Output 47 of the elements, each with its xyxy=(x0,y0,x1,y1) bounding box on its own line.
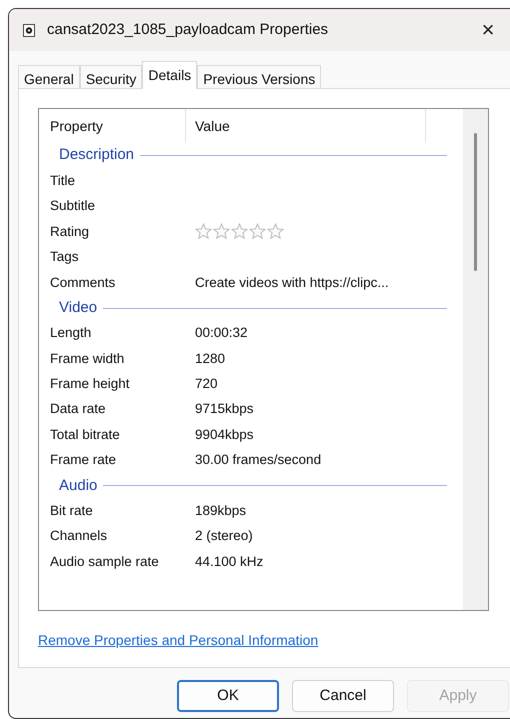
star-icon[interactable] xyxy=(249,223,266,240)
property-value: 189kbps xyxy=(195,502,246,520)
property-value: 9715kbps xyxy=(195,400,254,418)
property-name: Total bitrate xyxy=(49,426,121,444)
section-heading: Audio xyxy=(59,476,98,496)
property-name: Title xyxy=(49,172,76,190)
property-name: Bit rate xyxy=(49,502,94,520)
column-header[interactable]: Property xyxy=(39,109,186,143)
tab[interactable]: General xyxy=(18,65,80,90)
property-name: Length xyxy=(49,324,92,342)
window-title: cansat2023_1085_payloadcam Properties xyxy=(47,20,328,40)
star-icon[interactable] xyxy=(267,223,284,240)
rating-stars[interactable] xyxy=(195,223,285,240)
property-name: Frame width xyxy=(49,350,126,368)
property-value: 720 xyxy=(195,375,218,394)
video-file-icon xyxy=(23,24,35,36)
column-header[interactable]: Value xyxy=(186,109,426,143)
star-icon[interactable] xyxy=(195,223,212,240)
property-name: Comments xyxy=(49,274,116,292)
section-heading: Description xyxy=(59,145,134,166)
section-heading: Video xyxy=(59,298,98,318)
property-name: Frame height xyxy=(49,375,131,394)
remove-properties-link[interactable]: Remove Properties and Personal Information xyxy=(38,630,318,651)
tab[interactable]: Security xyxy=(80,65,142,90)
tab[interactable]: Details xyxy=(142,61,198,89)
star-icon[interactable] xyxy=(213,223,230,240)
property-name: Frame rate xyxy=(49,451,118,470)
close-button[interactable]: × xyxy=(466,9,510,51)
dialog-button[interactable]: Cancel xyxy=(292,680,394,712)
scrollbar-thumb[interactable] xyxy=(474,133,477,271)
property-value: 30.00 frames/second xyxy=(195,451,322,470)
property-name: Subtitle xyxy=(49,197,96,216)
property-value: 2 (stereo) xyxy=(195,527,253,546)
property-value: 1280 xyxy=(195,350,226,368)
property-name: Tags xyxy=(49,248,80,266)
star-icon[interactable] xyxy=(231,223,248,240)
scrollbar[interactable] xyxy=(463,109,488,610)
property-value: 44.100 kHz xyxy=(195,552,264,571)
property-name: Channels xyxy=(49,527,108,546)
property-name: Audio sample rate xyxy=(49,552,160,571)
property-value: Create videos with https://clipc... xyxy=(195,274,389,292)
property-name: Rating xyxy=(49,222,90,241)
tab[interactable]: Previous Versions xyxy=(197,65,322,90)
dialog-button[interactable]: OK xyxy=(177,680,279,712)
property-value: 00:00:32 xyxy=(195,324,248,342)
property-value: 9904kbps xyxy=(195,426,254,444)
property-name: Data rate xyxy=(49,400,107,418)
